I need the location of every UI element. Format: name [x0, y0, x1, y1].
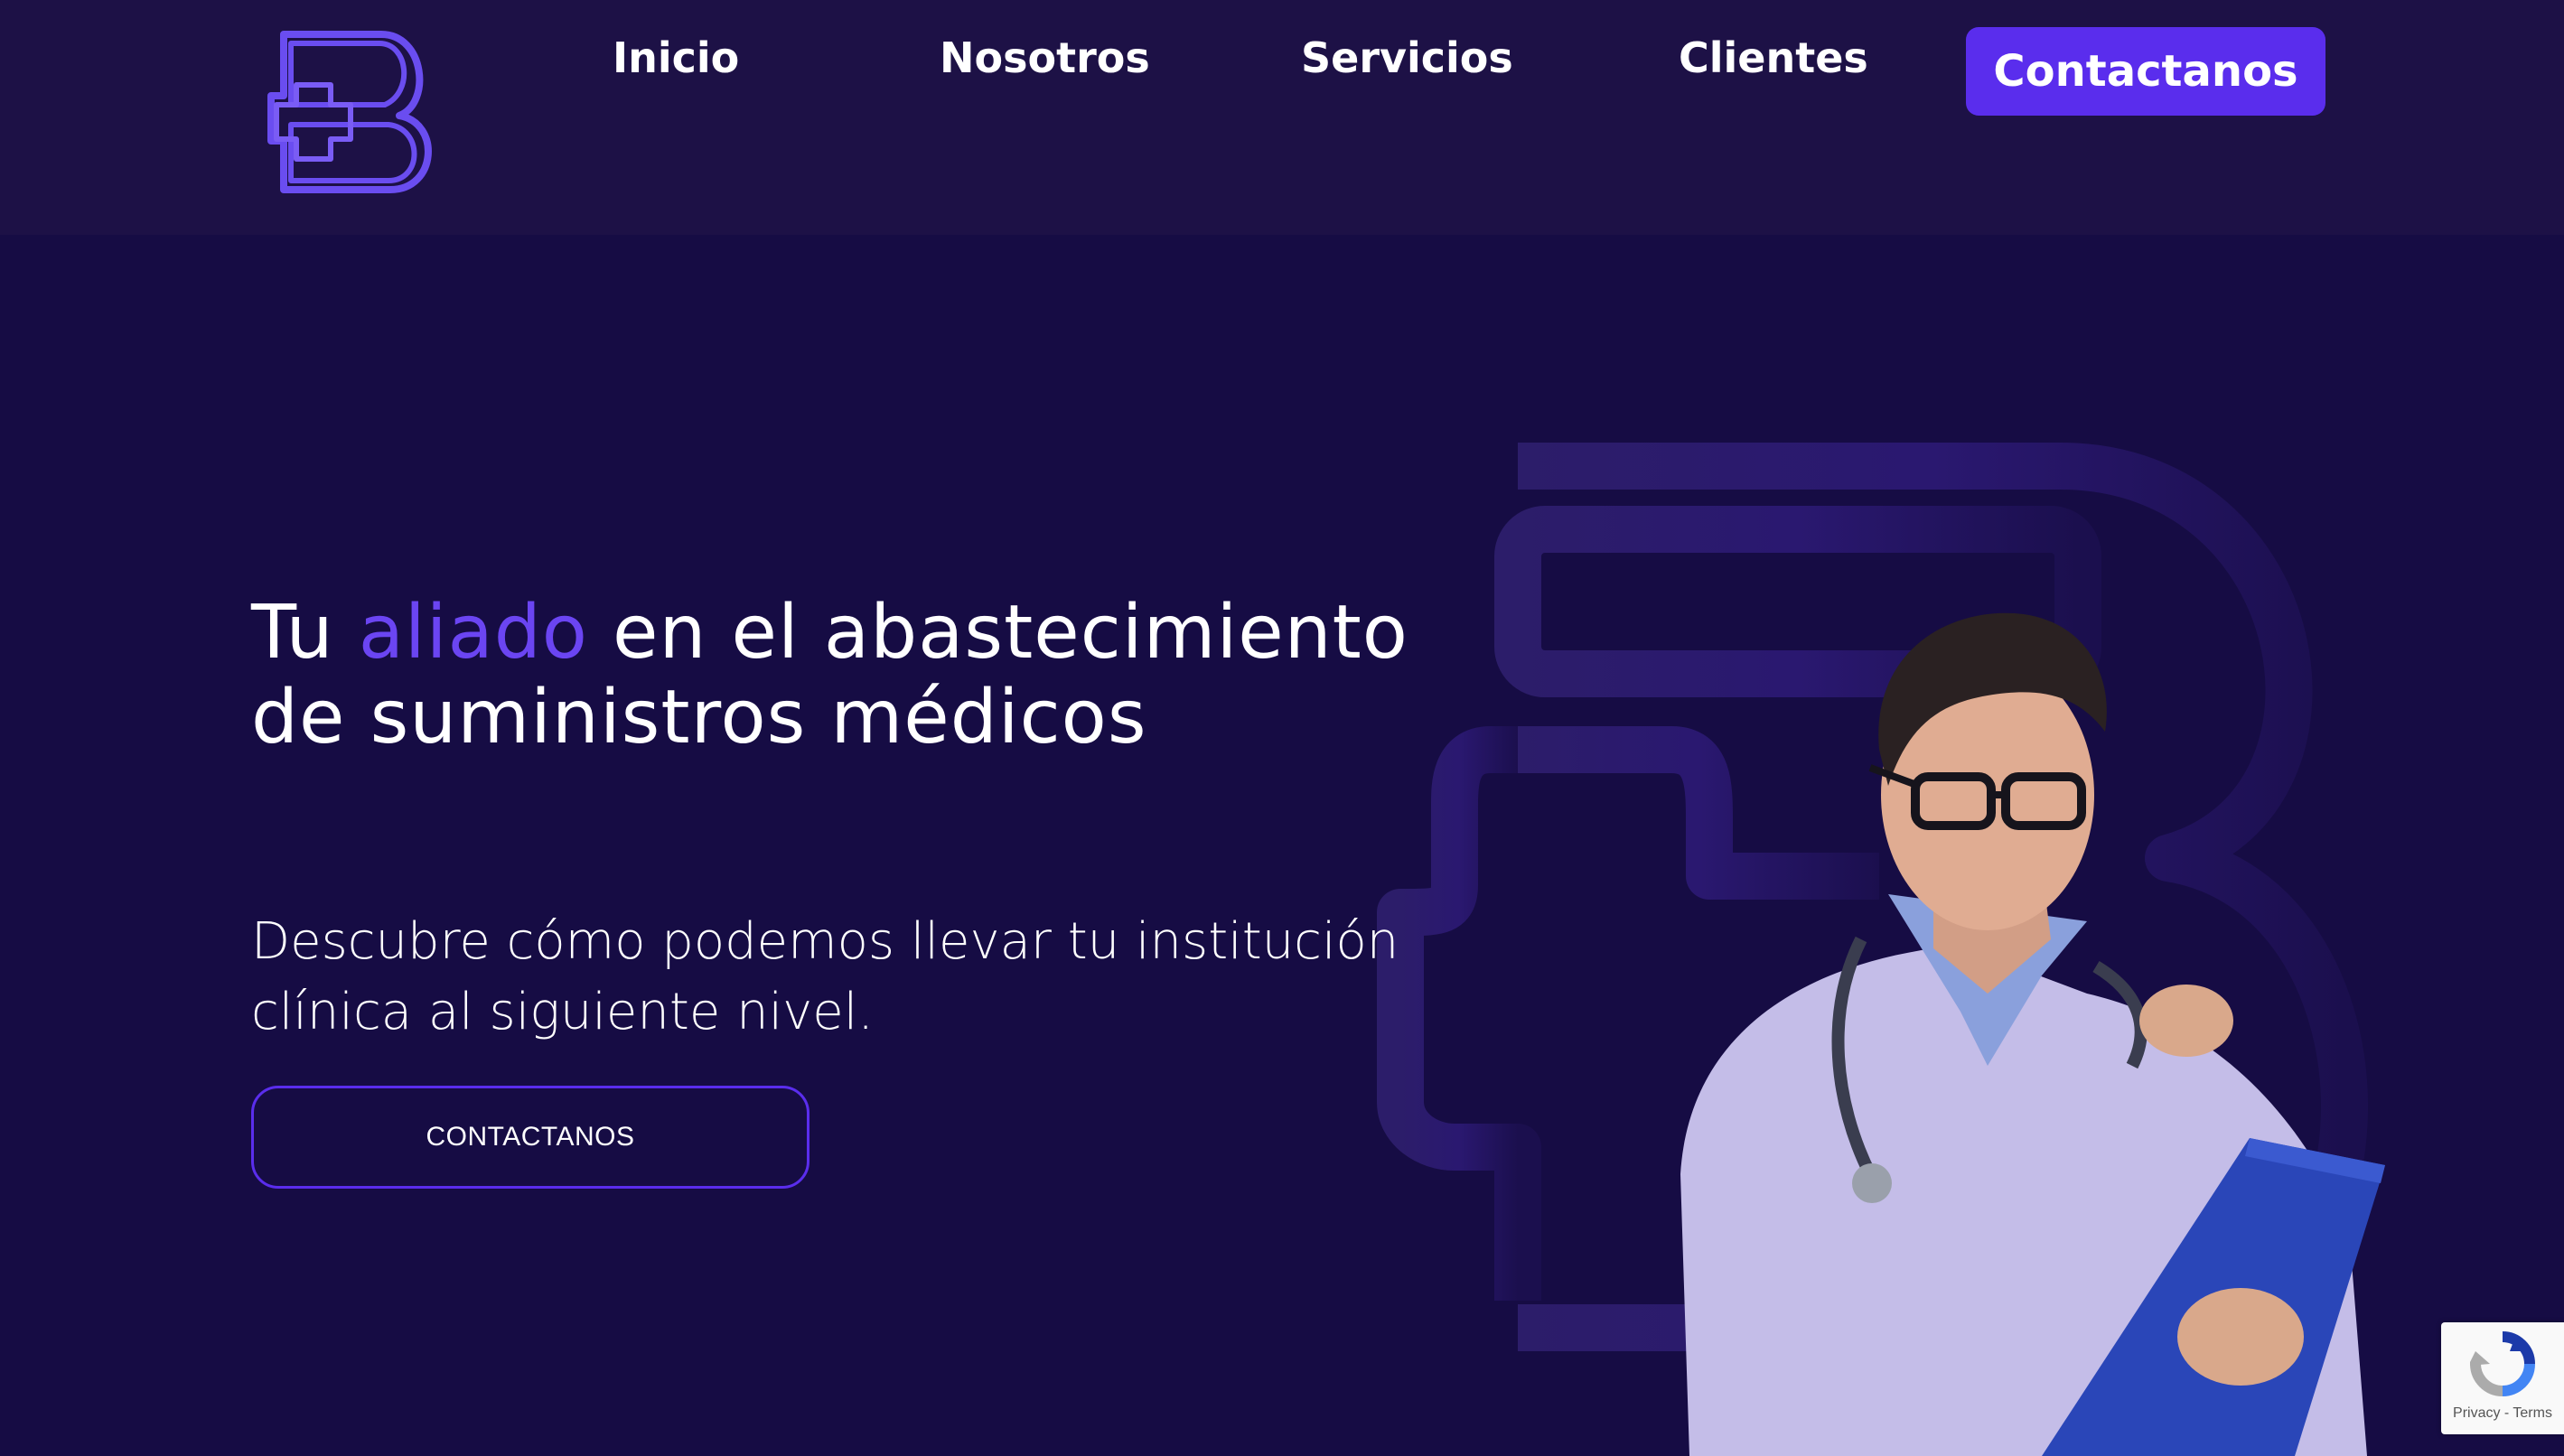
hero-title: Tu aliado en el abastecimiento de sumini…: [251, 591, 1426, 761]
nav-servicios[interactable]: Servicios: [1301, 33, 1513, 83]
hero-title-part1: Tu: [251, 590, 359, 676]
brand-logo-icon[interactable]: [264, 22, 444, 202]
nav-clientes[interactable]: Clientes: [1679, 33, 1868, 83]
header-contact-button[interactable]: Contactanos: [1966, 27, 2325, 116]
hero-title-accent: aliado: [358, 590, 588, 676]
recaptcha-separator: -: [2500, 1405, 2513, 1421]
nav-nosotros[interactable]: Nosotros: [940, 33, 1150, 83]
recaptcha-links: Privacy - Terms: [2441, 1405, 2564, 1422]
recaptcha-terms-link[interactable]: Terms: [2513, 1405, 2552, 1421]
site-header: Inicio Nosotros Servicios Clientes Conta…: [0, 0, 2564, 235]
nav-inicio[interactable]: Inicio: [613, 33, 739, 83]
recaptcha-icon: [2470, 1331, 2535, 1396]
hero-subtitle: Descubre cómo podemos llevar tu instituc…: [251, 912, 1399, 1041]
recaptcha-privacy-link[interactable]: Privacy: [2453, 1405, 2500, 1421]
recaptcha-badge: Privacy - Terms: [2441, 1322, 2564, 1434]
hero-contact-button[interactable]: CONTACTANOS: [251, 1086, 809, 1189]
doctor-photo: [1680, 612, 2385, 1456]
